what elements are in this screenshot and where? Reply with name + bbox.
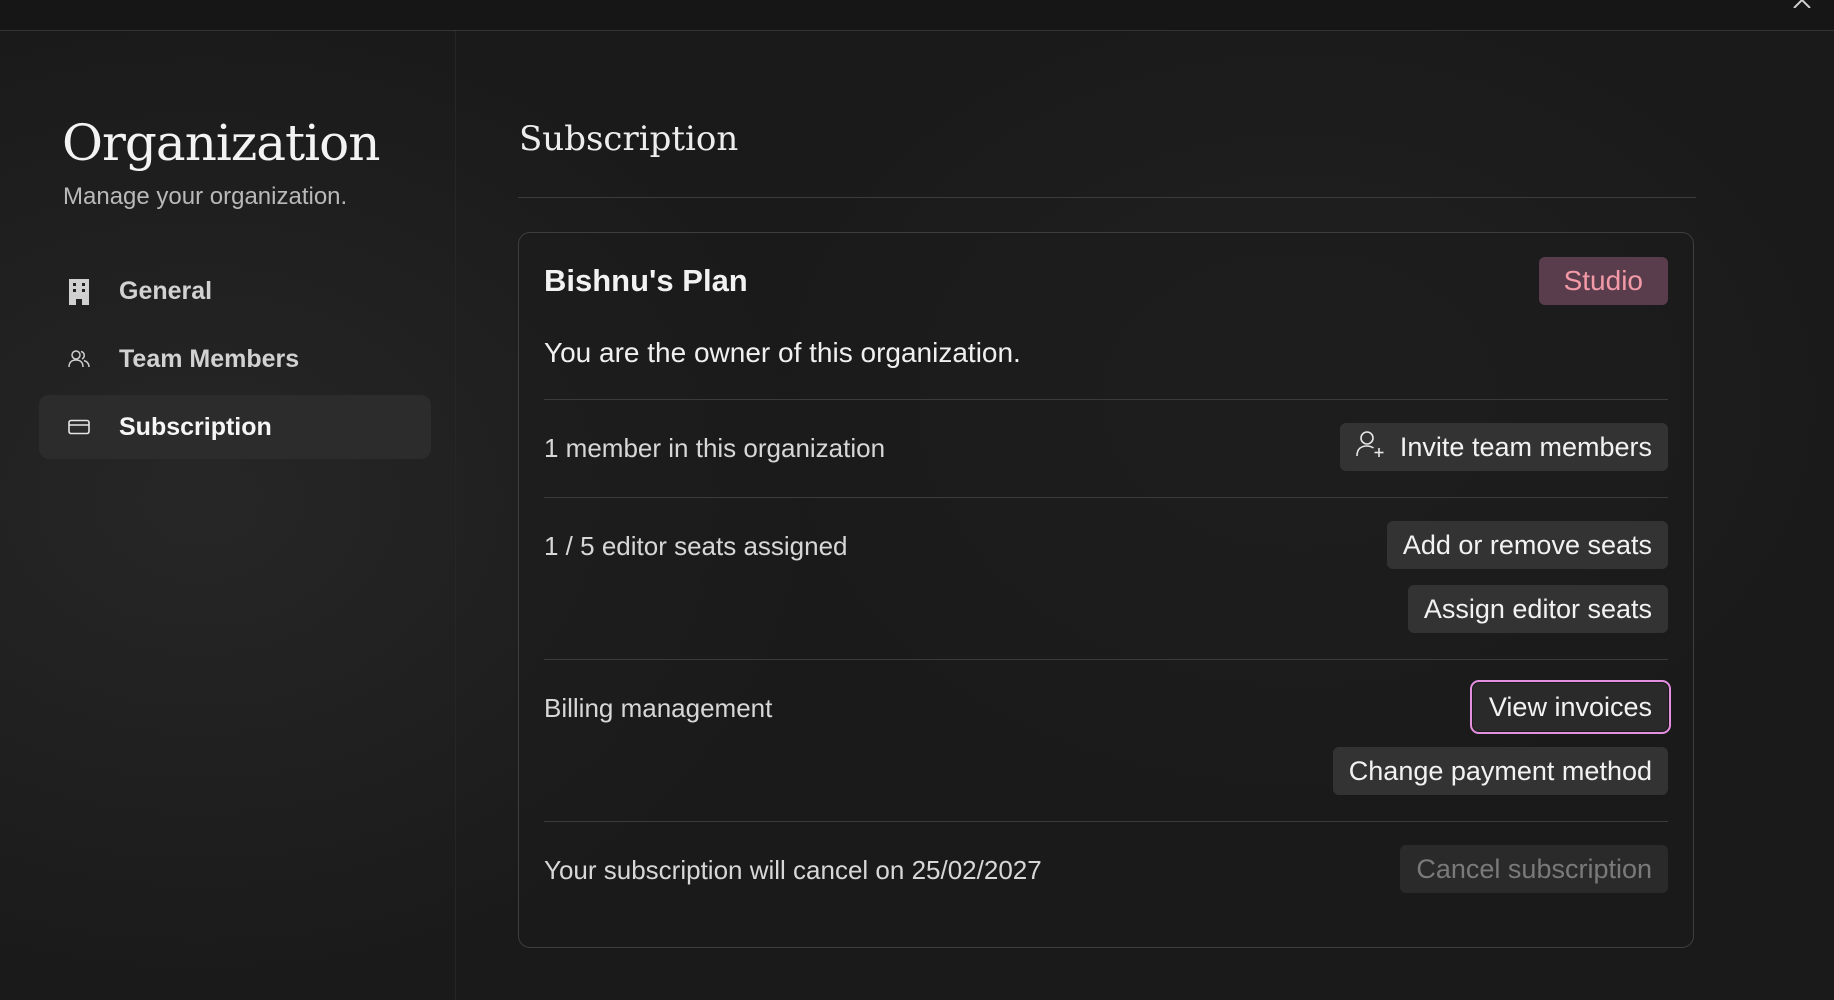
sidebar-item-label: Team Members xyxy=(119,344,300,373)
sidebar-item-subscription[interactable]: Subscription xyxy=(39,395,431,459)
view-invoices-button[interactable]: View invoices xyxy=(1469,680,1672,734)
sidebar-item-team-members[interactable]: Team Members xyxy=(39,327,431,391)
cancel-subscription-button[interactable]: Cancel subscription xyxy=(1400,845,1668,893)
sidebar-nav: General Team Members Subscription xyxy=(39,259,431,463)
plan-name: Bishnu's Plan xyxy=(544,263,748,298)
seats-assigned-text: 1 / 5 editor seats assigned xyxy=(544,531,848,561)
page-title: Subscription xyxy=(519,119,739,159)
users-icon xyxy=(67,347,91,371)
building-icon xyxy=(67,279,91,305)
members-count-text: 1 member in this organization xyxy=(544,433,886,463)
divider xyxy=(544,497,1668,498)
plan-card: Bishnu's Plan Studio You are the owner o… xyxy=(518,232,1694,948)
sidebar-item-label: General xyxy=(119,276,213,305)
cancel-notice-text: Your subscription will cancel on 25/02/2… xyxy=(544,855,1042,885)
invite-team-members-button[interactable]: Invite team members xyxy=(1339,423,1668,471)
owner-text: You are the owner of this organization. xyxy=(544,337,1021,368)
sidebar: Organization Manage your organization. G… xyxy=(0,31,456,1000)
plan-badge: Studio xyxy=(1538,257,1668,305)
invite-button-label: Invite team members xyxy=(1399,431,1652,462)
sidebar-item-label: Subscription xyxy=(119,412,272,441)
top-bar xyxy=(0,0,1834,31)
close-icon[interactable] xyxy=(1790,0,1814,8)
divider xyxy=(544,399,1668,400)
divider xyxy=(544,659,1668,660)
add-remove-seats-button[interactable]: Add or remove seats xyxy=(1386,521,1668,569)
divider xyxy=(544,821,1668,822)
change-payment-method-button[interactable]: Change payment method xyxy=(1332,747,1668,795)
app-window: Organization Manage your organization. G… xyxy=(0,0,1834,1000)
add-user-icon xyxy=(1356,430,1386,465)
sidebar-subtitle: Manage your organization. xyxy=(63,183,348,210)
credit-card-icon xyxy=(67,415,91,439)
billing-management-text: Billing management xyxy=(544,693,773,723)
sidebar-title: Organization xyxy=(62,114,380,172)
sidebar-item-general[interactable]: General xyxy=(39,259,431,323)
divider xyxy=(518,197,1696,198)
assign-editor-seats-button[interactable]: Assign editor seats xyxy=(1407,585,1668,633)
